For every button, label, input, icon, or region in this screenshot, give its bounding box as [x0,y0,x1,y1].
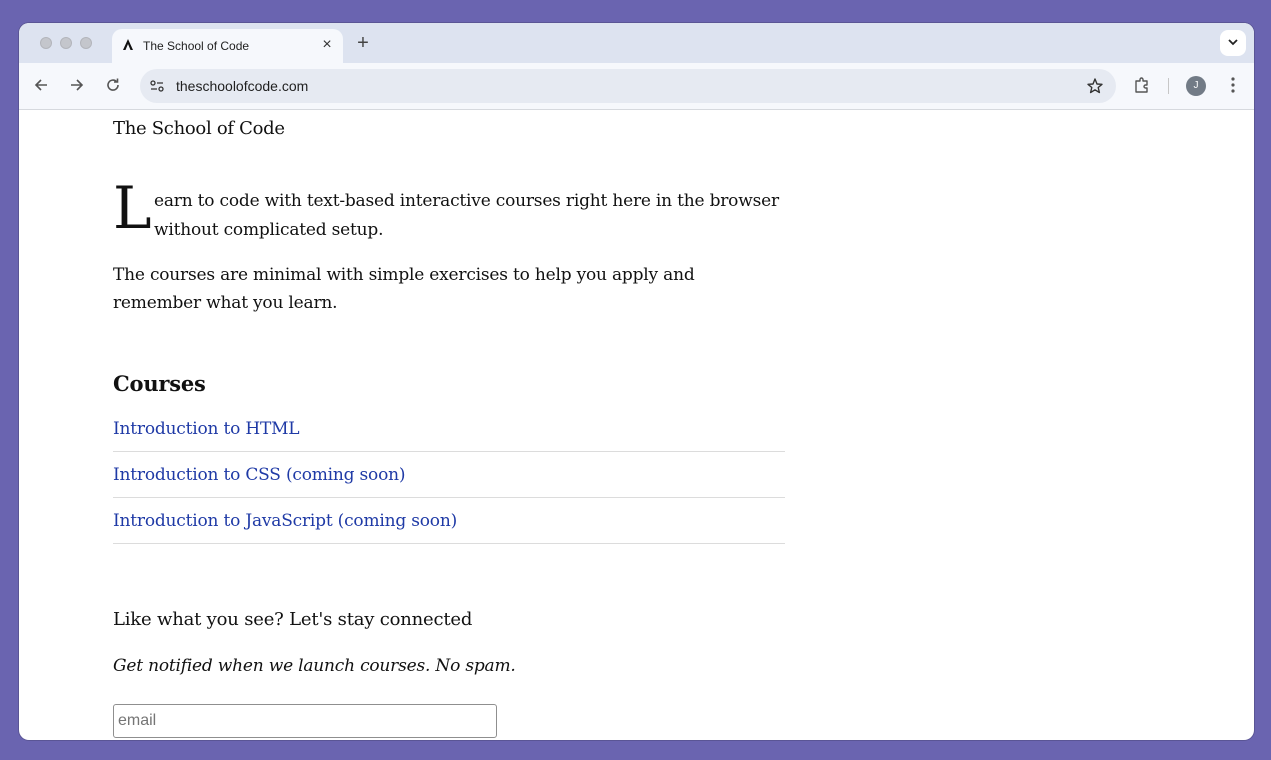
back-icon[interactable] [31,75,51,95]
reload-icon[interactable] [103,75,123,95]
courses-heading: Courses [113,371,206,396]
star-icon[interactable] [1086,77,1104,95]
intro-paragraph: earn to code with text-based interactive… [154,191,779,240]
zoom-window-button[interactable] [80,37,92,49]
page-content: The School of Code L earn to code with t… [19,110,1254,740]
tab-search-icon[interactable] [1220,30,1246,56]
course-link-label: Introduction to HTML [113,419,300,439]
new-tab-icon[interactable]: + [353,33,373,53]
avatar[interactable]: J [1186,76,1206,96]
site-favicon-icon [123,39,133,50]
connect-heading: Like what you see? Let's stay connected [113,609,473,630]
site-info-icon[interactable] [148,77,166,95]
toolbar: theschoolofcode.com J [19,63,1254,110]
notify-text: Get notified when we launch courses. No … [113,656,516,676]
site-title[interactable]: The School of Code [113,118,285,139]
tab-title: The School of Code [143,39,250,53]
tab-strip: The School of Code × + [19,23,1254,63]
browser-window: The School of Code × + theschoolofcode.c… [19,23,1254,740]
intro-dropcap: L [113,174,152,242]
url-text: theschoolofcode.com [176,78,309,94]
course-link-html[interactable]: Introduction to HTML [113,407,785,452]
course-link-label: Introduction to JavaScript (coming soon) [113,511,458,531]
close-icon[interactable]: × [319,37,335,53]
toolbar-divider [1168,78,1169,94]
minimize-window-button[interactable] [60,37,72,49]
course-link-label: Introduction to CSS (coming soon) [113,465,406,485]
forward-icon[interactable] [67,75,87,95]
kebab-menu-icon[interactable] [1223,75,1243,95]
active-tab[interactable]: The School of Code × [112,29,343,63]
address-bar[interactable]: theschoolofcode.com [140,69,1116,103]
email-field[interactable] [113,704,497,738]
extensions-icon[interactable] [1132,75,1152,95]
course-link-javascript[interactable]: Introduction to JavaScript (coming soon) [113,499,785,544]
course-link-css[interactable]: Introduction to CSS (coming soon) [113,453,785,498]
intro-paragraph-second: The courses are minimal with simple exer… [113,265,695,313]
close-window-button[interactable] [40,37,52,49]
